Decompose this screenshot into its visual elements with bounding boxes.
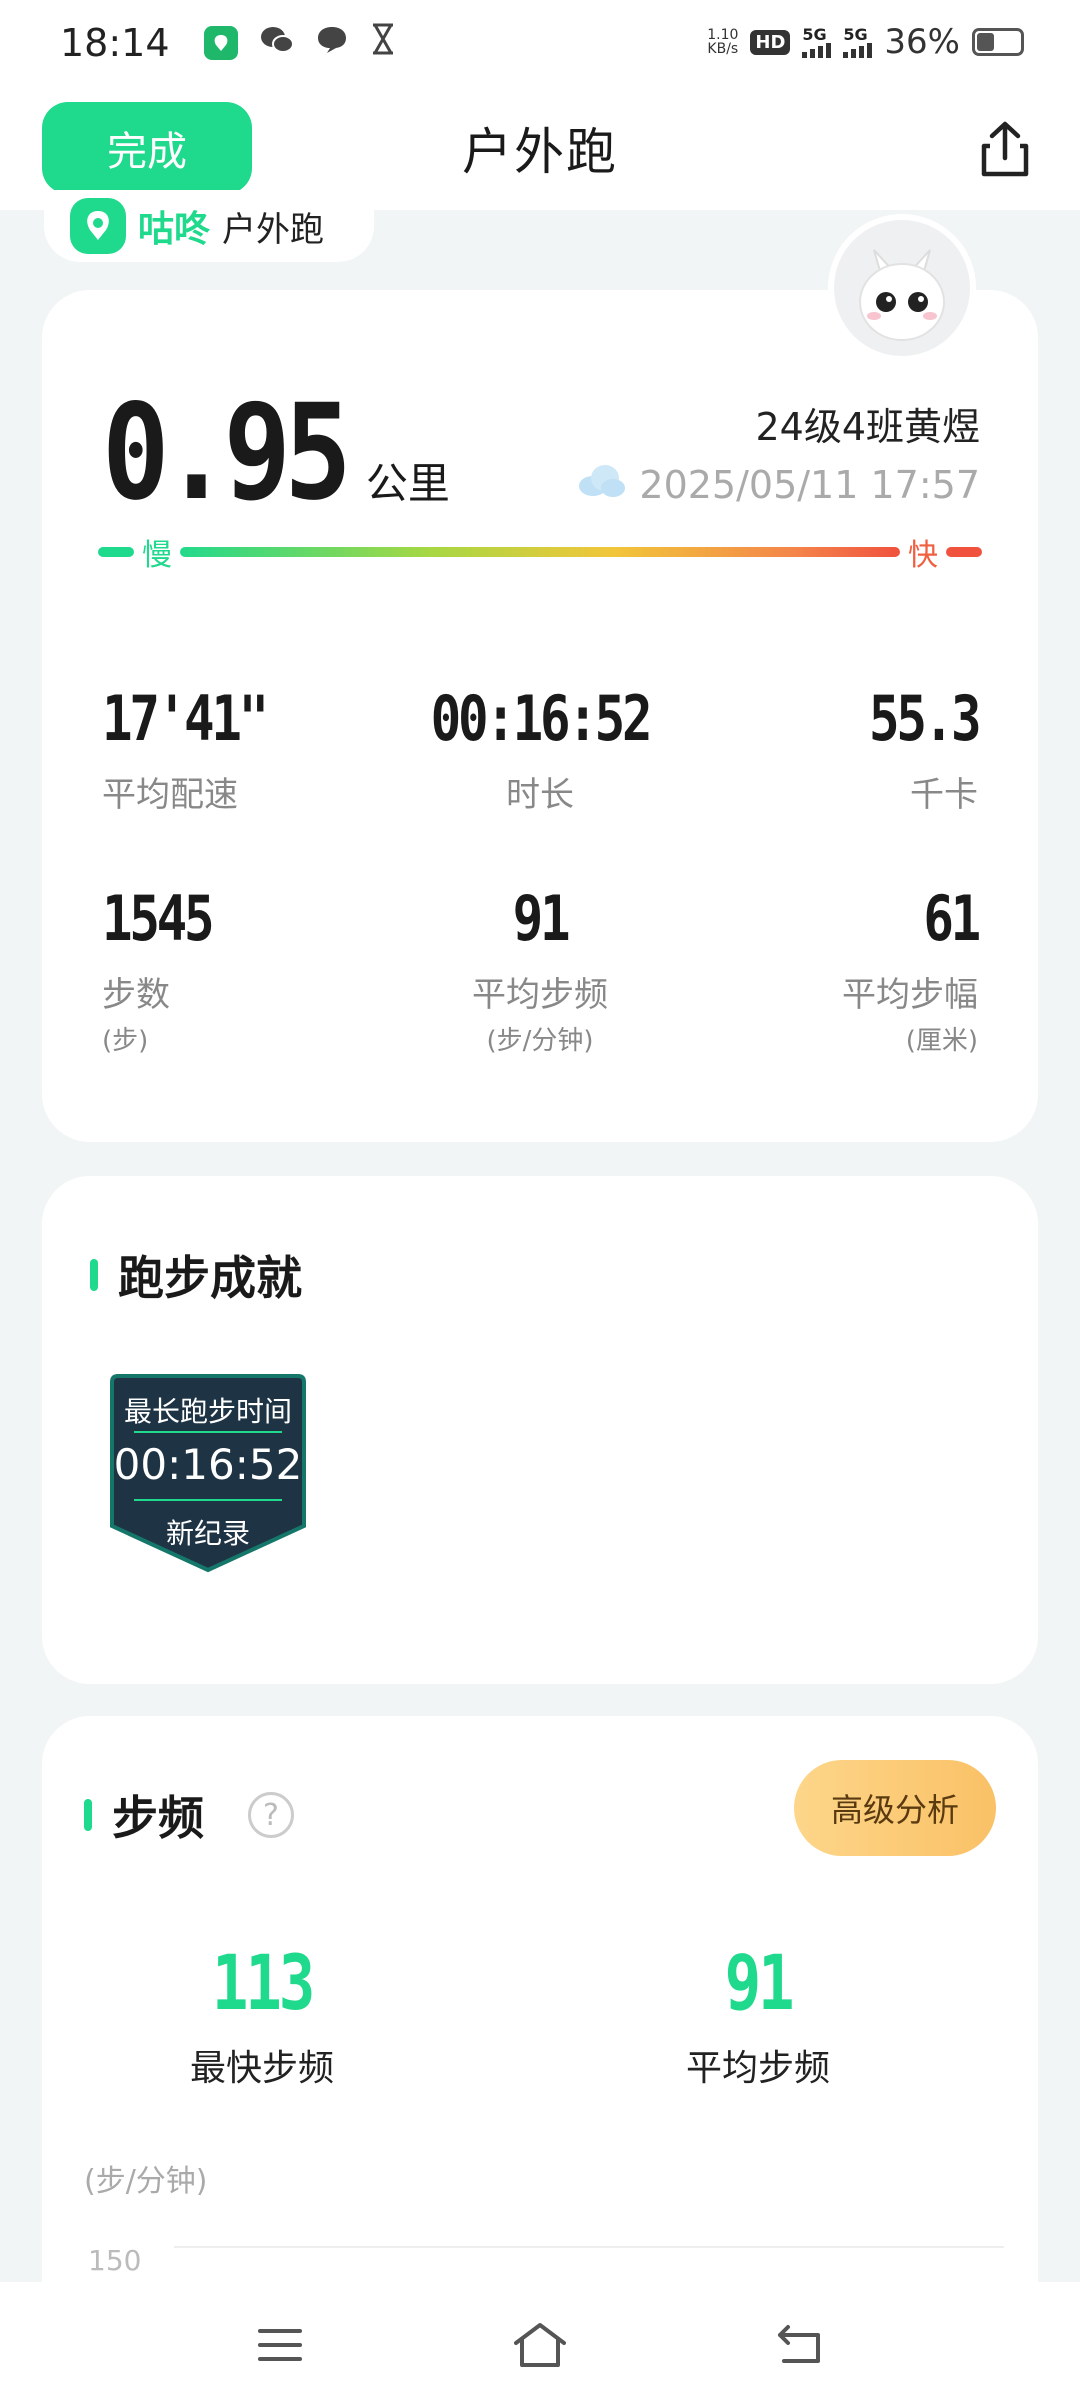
pace-fast-label: 快	[908, 538, 938, 573]
help-icon[interactable]: ?	[248, 1792, 294, 1838]
longest-run-badge[interactable]: 最长跑步时间 00:16:52 新纪录	[106, 1374, 310, 1574]
badge-tag: 新纪录	[165, 1517, 250, 1550]
cadence-grid-line	[174, 2246, 1004, 2248]
stat-steps: 1545 步数 (步)	[102, 882, 215, 1056]
signal-sim1: 5G	[802, 26, 832, 58]
cadence-header: 步频 ?	[84, 1782, 294, 1848]
cadence-max: 113 最快步频	[189, 1938, 334, 2089]
distance-unit: 公里	[365, 459, 450, 508]
hd-icon: HD	[750, 29, 791, 55]
cadence-avg: 91 平均步频	[685, 1938, 830, 2089]
status-bar: 18:14 1.10 KB/s HD 5G 5G 36%	[0, 0, 1080, 86]
run-summary-card: 0.95 公里 24级4班黄煜 2025/05/11 17:57 慢 快 17'…	[42, 290, 1038, 1142]
brand-subtitle: 户外跑	[222, 209, 325, 250]
stat-avg-cadence: 91 平均步频 (步/分钟)	[472, 882, 608, 1056]
home-icon[interactable]	[510, 2315, 570, 2375]
achievements-title: 跑步成就	[118, 1251, 302, 1305]
stat-avg-stride: 61 平均步幅 (厘米)	[842, 882, 981, 1056]
net-speed: 1.10 KB/s	[707, 27, 739, 57]
status-time: 18:14	[60, 21, 170, 65]
badge-value: 00:16:52	[113, 1440, 303, 1489]
cadence-axis-tick: 150	[88, 2244, 142, 2277]
app-notification-icon	[203, 26, 238, 60]
battery-icon	[972, 28, 1024, 56]
brand-chip: 咕咚 户外跑	[44, 190, 374, 262]
page-title: 户外跑	[462, 123, 618, 181]
stat-avg-pace: 17'41" 平均配速	[102, 682, 269, 815]
advanced-analysis-button[interactable]: 高级分析	[794, 1760, 996, 1856]
done-button[interactable]: 完成	[42, 102, 252, 194]
run-datetime: 2025/05/11 17:57	[575, 462, 980, 507]
wechat-icon	[260, 23, 294, 64]
distance-value: 0.95	[102, 376, 352, 530]
pace-scale: 慢 快	[98, 532, 982, 573]
brand-name: 咕咚	[138, 209, 211, 250]
hourglass-icon	[370, 23, 396, 64]
back-icon[interactable]	[770, 2315, 830, 2375]
achievements-header: 跑步成就	[90, 1242, 302, 1308]
cadence-axis-unit: (步/分钟)	[84, 2164, 208, 2199]
menu-icon[interactable]	[250, 2315, 310, 2375]
system-nav-bar	[0, 2282, 1080, 2408]
signal-sim2: 5G	[843, 26, 873, 58]
cloud-icon	[575, 462, 627, 507]
badge-title: 最长跑步时间	[123, 1395, 292, 1428]
distance: 0.95 公里	[102, 376, 450, 530]
share-icon[interactable]	[970, 114, 1040, 184]
message-icon	[316, 23, 348, 64]
achievements-card: 跑步成就 最长跑步时间 00:16:52 新纪录	[42, 1176, 1038, 1684]
pace-slow-label: 慢	[142, 538, 172, 573]
codoon-logo-icon	[70, 198, 126, 254]
avatar[interactable]	[828, 214, 976, 362]
battery-level: 36%	[884, 22, 960, 62]
stat-calories: 55.3 千卡	[868, 682, 982, 815]
pace-gradient-bar	[180, 547, 900, 557]
runner-name: 24级4班黄煜	[755, 405, 980, 449]
stat-duration: 00:16:52 时长	[430, 682, 653, 815]
cadence-title: 步频	[112, 1791, 204, 1845]
